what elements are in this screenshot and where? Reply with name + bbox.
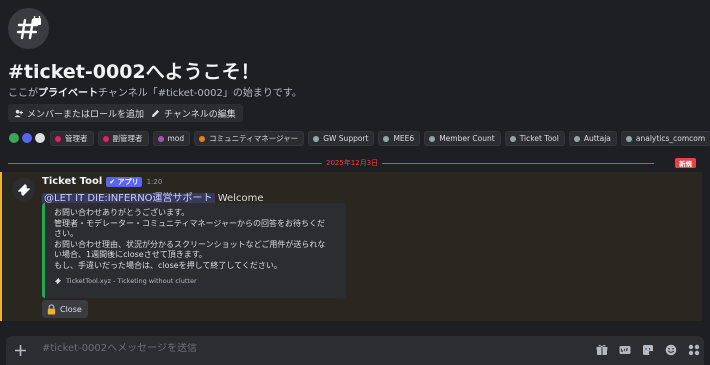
role-label: GW Support <box>323 134 369 143</box>
role-tag[interactable]: mod <box>152 131 191 146</box>
role-label: 副管理者 <box>112 134 143 143</box>
embed-line: お問い合わせありがとうございます。 <box>54 208 190 217</box>
role-label: Ticket Tool <box>519 134 559 143</box>
embed-line: さい。 <box>54 229 78 238</box>
message-timestamp: 1:20 <box>146 177 163 186</box>
role-label: analytics_comcom <box>635 134 706 143</box>
role-list: 管理者 副管理者 mod コミュニティマネージャー GW Support MEE… <box>50 131 710 146</box>
role-color-dot <box>313 135 320 142</box>
message-composer <box>6 336 704 365</box>
role-color-dot <box>199 135 206 142</box>
avatar[interactable] <box>8 132 20 144</box>
divider-date: 2025年12月3日 <box>322 158 383 168</box>
embed-footer: TicketTool.xyz - Ticketing without clutt… <box>54 277 197 285</box>
author-name[interactable]: Ticket Tool <box>42 176 102 187</box>
member-avatars[interactable] <box>8 132 47 144</box>
app-badge: ✔ アプリ <box>106 176 142 187</box>
composer-icons <box>595 343 700 356</box>
role-tag[interactable]: MEE6 <box>378 131 421 146</box>
channel-hash-lock-icon <box>8 8 49 49</box>
attach-button[interactable] <box>13 343 27 357</box>
role-color-dot <box>55 135 61 142</box>
role-color-dot <box>625 135 632 142</box>
embed-line: い場合、1週間後にcloseさせて頂きます。 <box>54 250 207 259</box>
edit-channel-label: チャンネルの編集 <box>164 109 236 120</box>
channel-description: ここがプライベートチャンネル「#ticket-0002」の始まりです。 <box>8 88 302 99</box>
add-member-label: メンバーまたはロールを追加 <box>27 109 145 120</box>
close-button-label: Close <box>60 304 82 314</box>
message-embed: お問い合わせありがとうございます。 管理者・モデレーター・コミュニティマネージャ… <box>42 203 346 298</box>
avatar[interactable] <box>12 178 35 201</box>
embed-line: もし、手違いだった場合は、closeを押して終了してください。 <box>54 260 282 270</box>
role-label: 管理者 <box>65 134 88 143</box>
role-color-dot <box>383 135 390 142</box>
role-color-dot <box>573 135 580 142</box>
message-input[interactable] <box>42 343 462 354</box>
role-color-dot <box>429 135 436 142</box>
pencil-icon <box>151 109 160 117</box>
role-label: MEE6 <box>393 134 415 143</box>
add-member-icon <box>14 109 23 117</box>
emoji-icon[interactable] <box>664 343 677 356</box>
embed-footer-text: TicketTool.xyz - Ticketing without clutt… <box>66 277 197 285</box>
message-content: @LET IT DIE:INFERNO運営サポート Welcome <box>42 189 263 204</box>
gift-icon[interactable] <box>595 343 608 356</box>
embed-line: 管理者・モデレーター・コミュニティマネージャーからの回答をお待ちくだ <box>54 218 325 228</box>
role-label: Auttaja <box>583 134 611 143</box>
new-badge: 新規 <box>675 158 696 168</box>
ticket-icon <box>55 278 61 284</box>
role-tag[interactable]: コミュニティマネージャー <box>194 131 305 146</box>
role-tag[interactable]: 副管理者 <box>97 131 149 146</box>
avatar[interactable] <box>21 132 33 144</box>
role-tag[interactable]: analytics_comcom <box>620 131 710 146</box>
role-tag[interactable]: Auttaja <box>568 131 617 146</box>
role-color-dot <box>102 135 109 142</box>
lock-icon <box>47 303 56 315</box>
role-color-dot <box>157 135 164 142</box>
message-header: Ticket Tool ✔ アプリ 1:20 <box>42 176 162 187</box>
plus-icon <box>14 344 26 356</box>
close-ticket-button[interactable]: Close <box>42 300 88 318</box>
gif-icon[interactable] <box>618 343 631 356</box>
role-tag[interactable]: Ticket Tool <box>504 131 565 146</box>
page-title: #ticket-0002へようこそ！ <box>8 61 260 83</box>
role-label: Member Count <box>439 134 495 143</box>
message-item[interactable]: Ticket Tool ✔ アプリ 1:20 @LET IT DIE:INFER… <box>0 172 702 321</box>
sticker-icon[interactable] <box>641 343 654 356</box>
embed-line: お問い合わせ理由、状況が分かるスクリーンショットなどご用件が送られな <box>54 239 326 249</box>
role-label: mod <box>167 134 185 143</box>
avatar[interactable] <box>34 132 46 144</box>
role-color-dot <box>509 135 516 142</box>
role-tag[interactable]: GW Support <box>308 131 375 146</box>
apps-icon[interactable] <box>687 343 700 356</box>
role-tag[interactable]: Member Count <box>424 131 501 146</box>
ticket-icon <box>17 183 30 196</box>
add-member-button[interactable]: メンバーまたはロールを追加 <box>8 104 152 122</box>
edit-channel-button[interactable]: チャンネルの編集 <box>145 104 243 122</box>
role-tag[interactable]: 管理者 <box>50 131 94 146</box>
role-label: コミュニティマネージャー <box>209 134 299 143</box>
